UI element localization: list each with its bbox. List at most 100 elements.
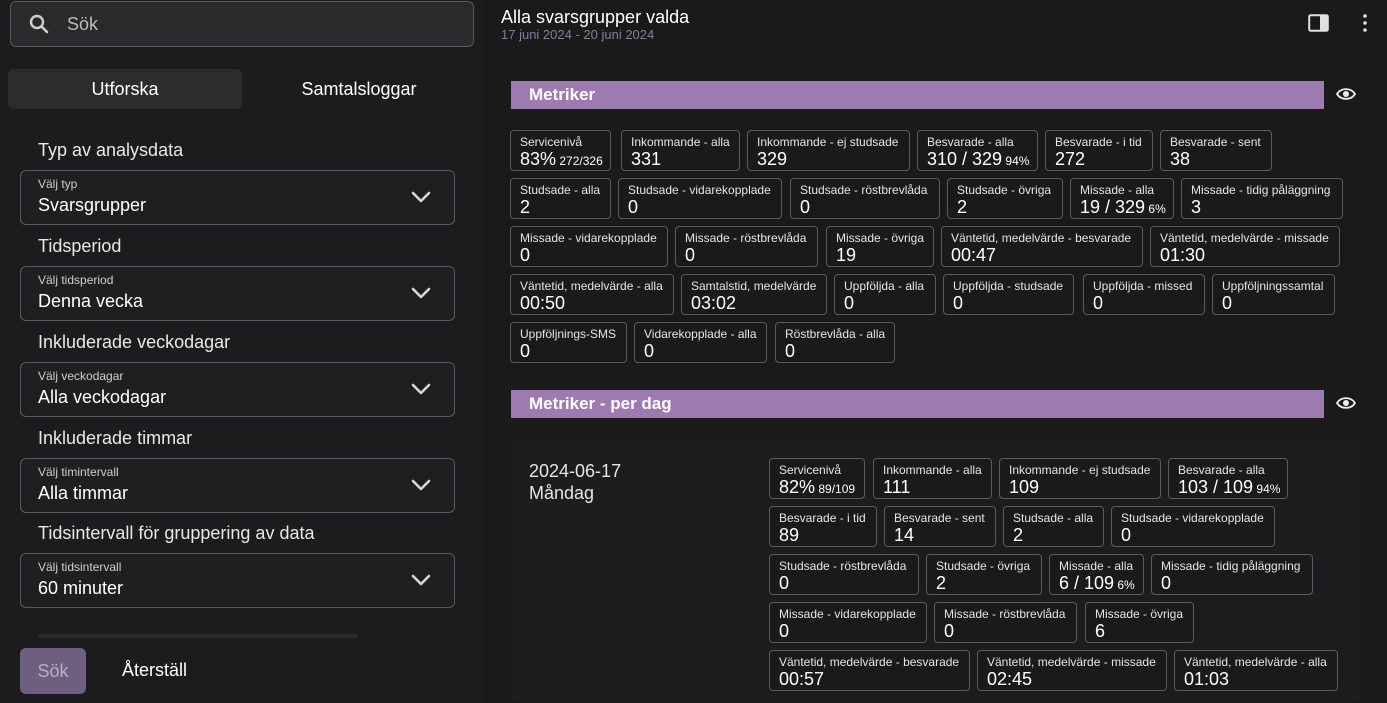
search-box[interactable] <box>10 1 474 47</box>
type-select-value: Svarsgrupper <box>38 195 147 215</box>
metric-label: Uppföljda - missed <box>1093 279 1193 293</box>
metric-label: Missade - övriga <box>836 231 925 245</box>
metric-card: Väntetid, medelvärde - alla 00:50 <box>510 274 674 315</box>
day-metric-value: 00:57 <box>779 669 825 689</box>
metric-label: Inkommande - ej studsade <box>757 135 899 149</box>
day-metric-value: 2 <box>936 573 947 593</box>
date-range: 17 juni 2024 - 20 juni 2024 <box>501 27 655 42</box>
day-metric-card: Studsade - vidarekopplade 0 <box>1111 506 1275 547</box>
metric-card: Inkommande - ej studsade 329 <box>747 130 910 171</box>
metric-value: 0 <box>800 197 811 217</box>
day-metric-card: Inkommande - alla 111 <box>873 458 992 499</box>
metric-extra: 94% <box>1002 154 1030 168</box>
day-metric-value: 14 <box>894 525 915 545</box>
chevron-down-icon <box>411 191 431 203</box>
chevron-down-icon <box>411 287 431 299</box>
eye-icon[interactable] <box>1336 396 1356 410</box>
eye-icon[interactable] <box>1336 87 1356 101</box>
metric-card: Studsade - vidarekopplade 0 <box>618 178 782 219</box>
day-metric-value: 109 <box>1009 477 1040 497</box>
day-metric-value: 01:03 <box>1184 669 1230 689</box>
metric-card: Väntetid, medelvärde - missade 01:30 <box>1150 226 1340 267</box>
day-metric-label: Besvarade - i tid <box>779 511 866 525</box>
metric-label: Studsade - alla <box>520 183 601 197</box>
metric-card: Röstbrevlåda - alla 0 <box>775 322 895 363</box>
metric-value: 00:47 <box>951 245 997 265</box>
metric-card: Missade - röstbrevlåda 0 <box>675 226 818 267</box>
reset-button[interactable]: Återställ <box>122 660 187 681</box>
weekdays-select[interactable]: Välj veckodagar Alla veckodagar <box>20 362 455 417</box>
day-metric-value: 0 <box>779 573 790 593</box>
day-metric-label: Servicenivå <box>779 463 842 477</box>
metric-value: 0 <box>628 197 639 217</box>
metric-card: Missade - tidig påläggning 3 <box>1181 178 1343 219</box>
day-metric-value: 2 <box>1013 525 1024 545</box>
day-metric-card: Besvarade - alla 103 / 109 94% <box>1168 458 1288 499</box>
metric-value: 01:30 <box>1160 245 1206 265</box>
day-metric-label: Studsade - alla <box>1013 511 1094 525</box>
metric-value: 0 <box>844 293 855 313</box>
weekdays-select-label: Välj veckodagar <box>38 369 124 383</box>
day-metric-label: Missade - tidig påläggning <box>1161 559 1301 573</box>
day-metric-value: 111 <box>883 477 911 497</box>
period-select[interactable]: Välj tidsperiod Denna vecka <box>20 266 455 321</box>
metric-card: Väntetid, medelvärde - besvarade 00:47 <box>941 226 1143 267</box>
day-metric-card: Inkommande - ej studsade 109 <box>999 458 1161 499</box>
metric-card: Besvarade - sent 38 <box>1160 130 1272 171</box>
day-metric-label: Väntetid, medelvärde - missade <box>987 655 1156 669</box>
day-metric-label: Studsade - röstbrevlåda <box>779 559 907 573</box>
filter-sidebar: Utforska Samtalsloggar Typ av analysdata… <box>0 0 484 703</box>
search-input[interactable] <box>67 13 447 35</box>
metric-label: Väntetid, medelvärde - alla <box>520 279 663 293</box>
day-metric-value: 103 / 109 <box>1178 477 1254 497</box>
metric-value: 2 <box>957 197 968 217</box>
metric-card: Servicenivå 83% 272/326 <box>510 130 611 171</box>
metric-card: Uppföljnings-SMS 0 <box>510 322 627 363</box>
hours-section-label: Inkluderade timmar <box>38 428 193 448</box>
metric-value: 2 <box>520 197 531 217</box>
day-metric-extra: 89/109 <box>815 482 856 496</box>
metric-value: 0 <box>1222 293 1233 313</box>
page-title: Alla svarsgrupper valda <box>501 7 690 27</box>
type-select-label: Välj typ <box>38 177 78 191</box>
tab-explore[interactable]: Utforska <box>8 69 242 109</box>
day-metric-value: 6 / 109 <box>1059 573 1115 593</box>
metric-value: 272 <box>1055 149 1086 169</box>
metric-value: 38 <box>1170 149 1191 169</box>
day-metric-card: Missade - vidarekopplade 0 <box>769 602 927 643</box>
metric-card: Studsade - alla 2 <box>510 178 611 219</box>
metric-value: 329 <box>757 149 788 169</box>
day-metric-label: Studsade - vidarekopplade <box>1121 511 1264 525</box>
interval-section-label: Tidsintervall för gruppering av data <box>38 523 315 543</box>
day-metric-extra: 94% <box>1253 482 1281 496</box>
more-vertical-icon[interactable] <box>1358 13 1372 33</box>
day-metric-card: Servicenivå 82% 89/109 <box>769 458 865 499</box>
day-metric-value: 0 <box>944 621 955 641</box>
metric-label: Uppföljda - alla <box>844 279 925 293</box>
day-metric-card: Studsade - röstbrevlåda 0 <box>769 554 919 595</box>
day-metric-card: Väntetid, medelvärde - alla 01:03 <box>1174 650 1338 691</box>
metric-value: 310 / 329 <box>927 149 1003 169</box>
metric-card: Uppföljda - missed 0 <box>1083 274 1205 315</box>
interval-select-label: Välj tidsintervall <box>38 560 122 574</box>
interval-select-value: 60 minuter <box>38 578 124 598</box>
day-metric-value: 6 <box>1095 621 1106 641</box>
tab-call-logs[interactable]: Samtalsloggar <box>242 69 476 109</box>
metrics-header: Metriker <box>511 81 1324 109</box>
side-panel-icon[interactable] <box>1308 14 1329 32</box>
metric-value: 0 <box>685 245 696 265</box>
day-metric-card: Missade - tidig påläggning 0 <box>1151 554 1313 595</box>
weekdays-select-value: Alla veckodagar <box>38 387 167 407</box>
day-metric-label: Väntetid, medelvärde - alla <box>1184 655 1327 669</box>
period-select-value: Denna vecka <box>38 291 144 311</box>
day-metric-value: 89 <box>779 525 800 545</box>
search-button[interactable]: Sök <box>20 648 86 694</box>
type-select[interactable]: Välj typ Svarsgrupper <box>20 170 455 225</box>
metric-card: Uppföljda - studsade 0 <box>943 274 1074 315</box>
day-date: 2024-06-17 <box>529 461 622 481</box>
metric-card: Vidarekopplade - alla 0 <box>634 322 767 363</box>
metric-value: 83% <box>520 149 557 169</box>
hours-select[interactable]: Välj timintervall Alla timmar <box>20 458 455 513</box>
interval-select[interactable]: Välj tidsintervall 60 minuter <box>20 553 455 608</box>
day-metric-label: Missade - övriga <box>1095 607 1184 621</box>
